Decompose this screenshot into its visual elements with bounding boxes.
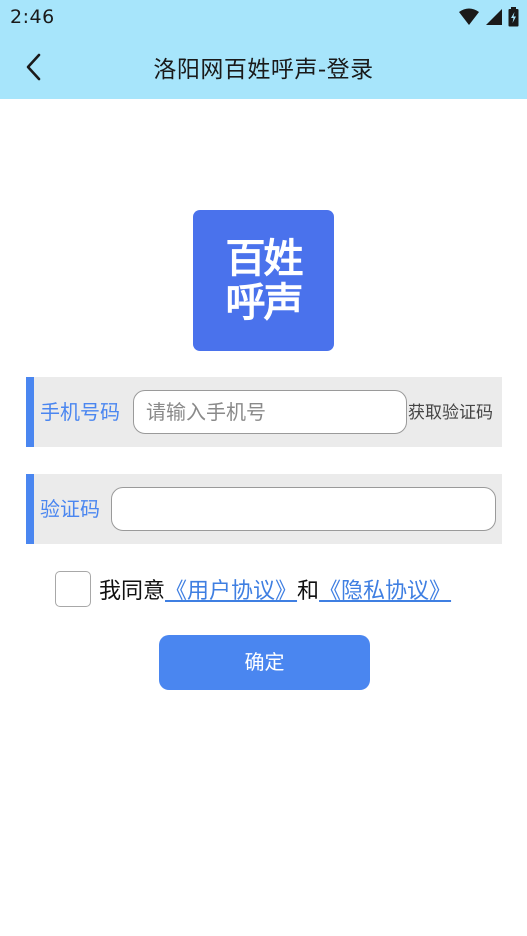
- user-agreement-link[interactable]: 《用户协议》: [165, 573, 297, 605]
- phone-label: 手机号码: [40, 400, 120, 424]
- verification-code-input[interactable]: [111, 487, 496, 531]
- confirm-button[interactable]: 确定: [159, 635, 370, 690]
- signal-icon: [486, 9, 502, 25]
- privacy-agreement-link[interactable]: 《隐私协议》: [319, 573, 451, 605]
- agreement-row: 我同意 《用户协议》 和 《隐私协议》: [55, 571, 451, 607]
- phone-row: 手机号码 获取验证码: [26, 377, 502, 447]
- wifi-icon: [459, 8, 479, 25]
- login-screen: 2:46 洛阳网百姓呼声-登录 百姓 呼声 手机号码 获取验证: [0, 0, 527, 936]
- status-time: 2:46: [10, 6, 55, 28]
- code-label: 验证码: [40, 497, 100, 521]
- agreement-prefix: 我同意: [99, 579, 166, 604]
- page-title: 洛阳网百姓呼声-登录: [153, 57, 374, 83]
- agreement-checkbox[interactable]: [55, 571, 91, 607]
- code-row: 验证码: [26, 474, 502, 544]
- battery-icon: [508, 7, 519, 27]
- phone-input[interactable]: [133, 390, 407, 434]
- get-code-button[interactable]: 获取验证码: [408, 377, 493, 447]
- app-header: 2:46 洛阳网百姓呼声-登录: [0, 0, 527, 99]
- logo-text-line2: 呼声: [225, 279, 304, 326]
- status-icons: [458, 7, 519, 27]
- agreement-conjunction: 和: [297, 579, 320, 604]
- app-logo: 百姓 呼声: [193, 210, 334, 351]
- logo-text-line1: 百姓: [225, 235, 304, 282]
